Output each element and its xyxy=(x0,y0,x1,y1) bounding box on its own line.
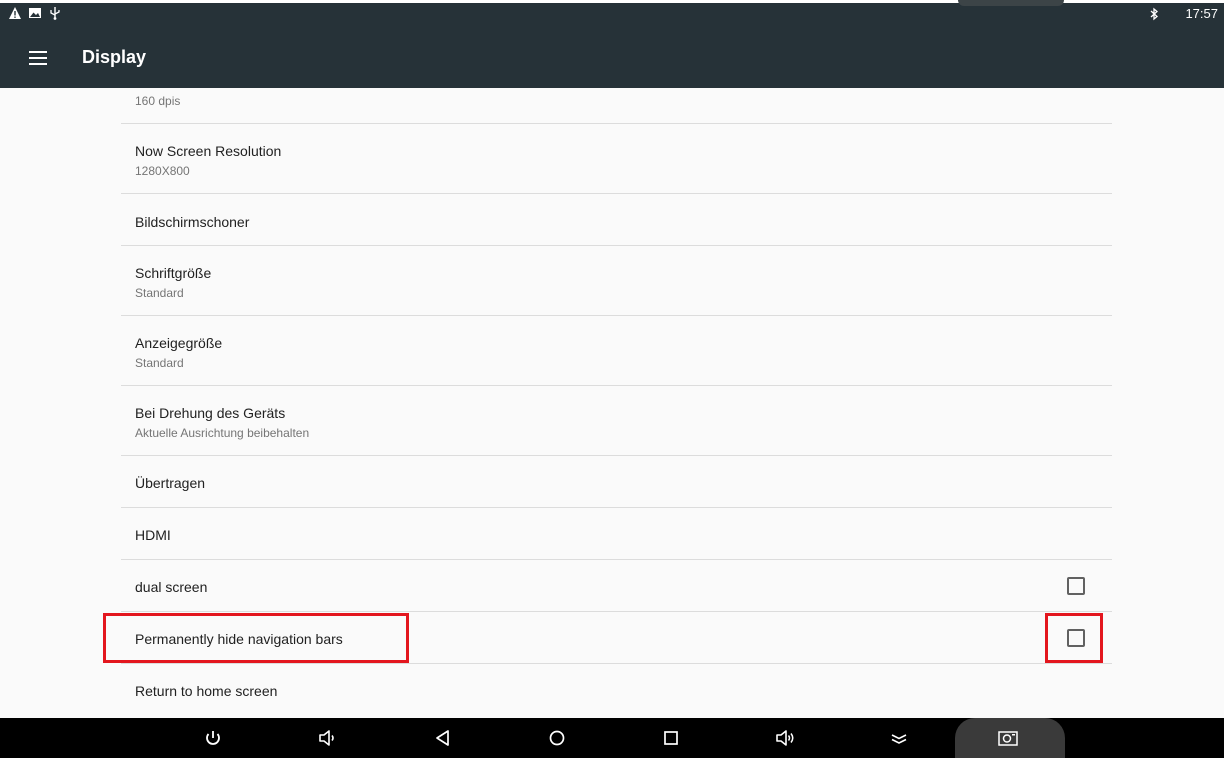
setting-return-home[interactable]: Return to home screen xyxy=(121,664,1112,715)
setting-title: Return to home screen xyxy=(135,683,278,699)
bluetooth-icon xyxy=(1151,7,1159,20)
image-icon xyxy=(29,8,41,18)
volume-down-icon[interactable] xyxy=(315,726,339,750)
setting-summary: 160 dpis xyxy=(135,94,181,108)
setting-dpi[interactable]: 160 dpis xyxy=(121,88,1112,124)
power-icon[interactable] xyxy=(201,726,225,750)
recents-icon[interactable] xyxy=(659,726,683,750)
setting-summary: Standard xyxy=(135,356,184,370)
back-icon[interactable] xyxy=(431,726,455,750)
highlight-box-label xyxy=(103,613,409,663)
volume-up-icon[interactable] xyxy=(773,726,797,750)
setting-title: Anzeigegröße xyxy=(135,335,223,351)
setting-summary: Aktuelle Ausrichtung beibehalten xyxy=(135,426,310,440)
setting-summary: 1280X800 xyxy=(135,164,190,178)
status-bar-notification-icons xyxy=(8,6,62,20)
status-time: 17:57 xyxy=(1185,6,1218,21)
setting-display-size[interactable]: Anzeigegröße Standard xyxy=(121,316,1112,386)
usb-icon xyxy=(50,7,60,20)
setting-title: Bei Drehung des Geräts xyxy=(135,405,286,421)
collapse-icon[interactable] xyxy=(887,726,911,750)
setting-font-size[interactable]: Schriftgröße Standard xyxy=(121,246,1112,316)
setting-title: Bildschirmschoner xyxy=(135,214,250,230)
setting-screen-resolution[interactable]: Now Screen Resolution 1280X800 xyxy=(121,124,1112,194)
setting-title: HDMI xyxy=(135,527,171,543)
status-bar: 17:57 xyxy=(0,0,1224,28)
setting-title: dual screen xyxy=(135,579,208,595)
setting-title: Übertragen xyxy=(135,475,206,491)
setting-screensaver[interactable]: Bildschirmschoner xyxy=(121,194,1112,246)
setting-rotation[interactable]: Bei Drehung des Geräts Aktuelle Ausricht… xyxy=(121,386,1112,456)
setting-cast[interactable]: Übertragen xyxy=(121,456,1112,508)
setting-summary: Standard xyxy=(135,286,184,300)
setting-dual-screen[interactable]: dual screen xyxy=(121,560,1112,612)
highlight-box-checkbox xyxy=(1045,613,1103,663)
page-title: Display xyxy=(82,47,147,67)
setting-hdmi[interactable]: HDMI xyxy=(121,508,1112,560)
home-icon[interactable] xyxy=(545,726,569,750)
warning-icon xyxy=(9,7,21,19)
screenshot-icon[interactable] xyxy=(996,726,1020,750)
navigation-bar xyxy=(0,718,1224,758)
status-bar-notch xyxy=(958,0,1064,6)
setting-title: Now Screen Resolution xyxy=(135,143,282,159)
setting-title: Schriftgröße xyxy=(135,265,212,281)
app-bar: Display xyxy=(0,28,1224,88)
dual-screen-checkbox[interactable] xyxy=(1067,577,1085,595)
hamburger-menu-icon[interactable] xyxy=(26,47,50,69)
